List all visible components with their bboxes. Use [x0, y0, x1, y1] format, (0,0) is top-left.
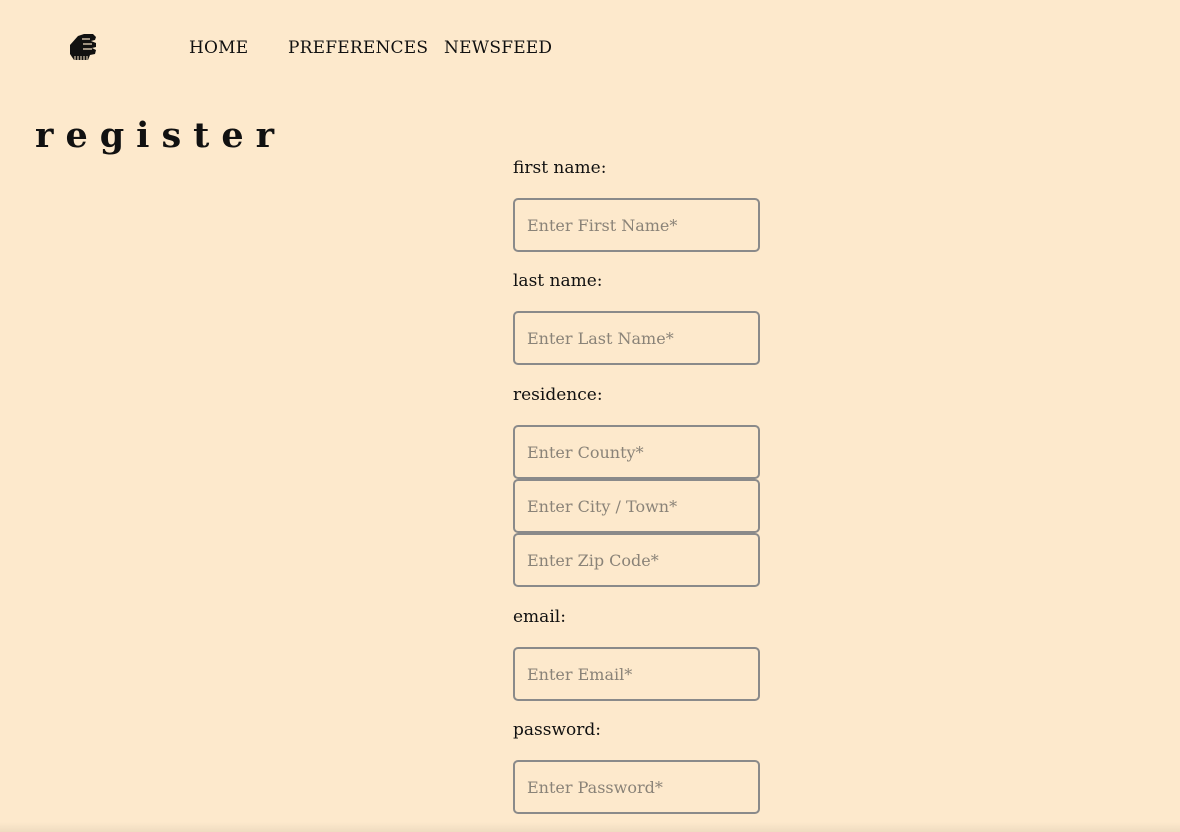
- last-name-input[interactable]: [513, 311, 760, 365]
- password-input[interactable]: [513, 760, 760, 814]
- fist-icon[interactable]: [66, 31, 100, 63]
- email-label: email:: [513, 607, 566, 627]
- city-town-input[interactable]: [513, 479, 760, 533]
- email-input[interactable]: [513, 647, 760, 701]
- nav-preferences-link[interactable]: PREFERENCES: [288, 38, 428, 58]
- top-nav: HOME PREFERENCES NEWSFEED: [0, 0, 1180, 96]
- last-name-label: last name:: [513, 271, 603, 291]
- first-name-label: first name:: [513, 158, 607, 178]
- nav-home-link[interactable]: HOME: [189, 38, 248, 58]
- page-title: register: [35, 115, 287, 156]
- nav-newsfeed-link[interactable]: NEWSFEED: [444, 38, 552, 58]
- residence-label: residence:: [513, 385, 603, 405]
- password-label: password:: [513, 720, 601, 740]
- zip-code-input[interactable]: [513, 533, 760, 587]
- county-input[interactable]: [513, 425, 760, 479]
- page-bottom-edge: [0, 822, 1180, 832]
- first-name-input[interactable]: [513, 198, 760, 252]
